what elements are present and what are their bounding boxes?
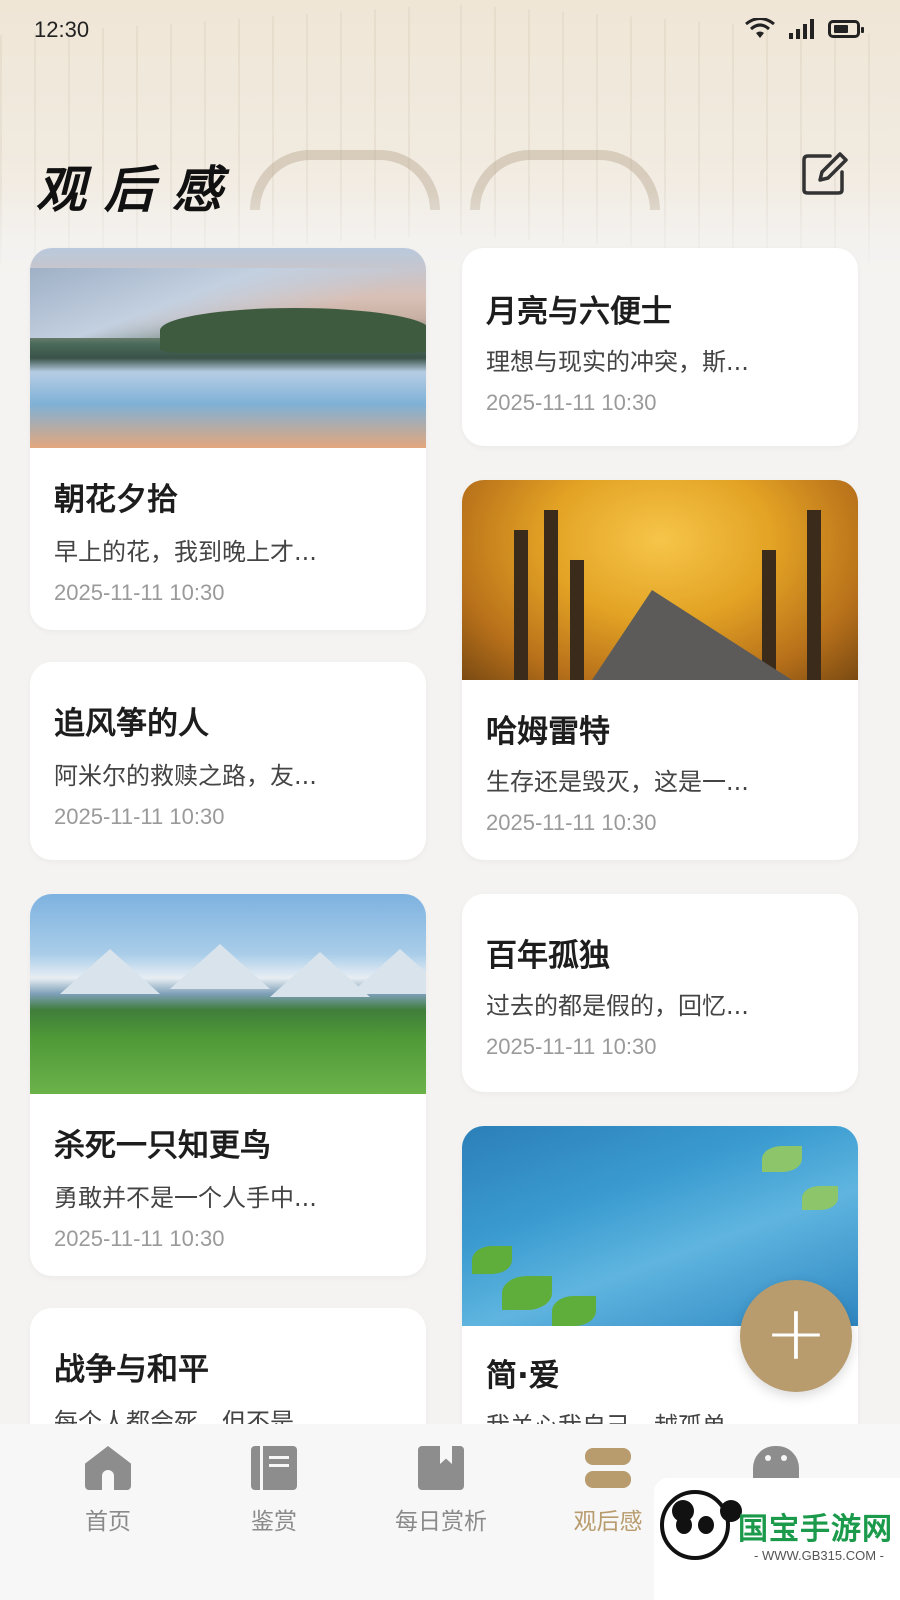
tab-label: 鉴赏 — [251, 1509, 297, 1535]
card-excerpt: 理想与现实的冲突，斯... — [486, 348, 749, 376]
card-title: 杀死一只知更鸟 — [54, 1128, 271, 1164]
card-zhuifengzheng[interactable]: 追风筝的人 阿米尔的救赎之路，友... 2025-11-11 10:30 — [30, 662, 426, 860]
card-image-lake — [30, 248, 426, 448]
edit-icon — [802, 152, 848, 195]
status-time: 12:30 — [34, 17, 90, 42]
edit-button[interactable] — [800, 150, 850, 196]
card-title: 百年孤独 — [486, 938, 610, 974]
card-zhigengniao[interactable]: 杀死一只知更鸟 勇敢并不是一个人手中... 2025-11-11 10:30 — [30, 894, 426, 1276]
card-date: 2025-11-11 10:30 — [486, 810, 657, 835]
card-zhaohuaxishi[interactable]: 朝花夕拾 早上的花，我到晚上才... 2025-11-11 10:30 — [30, 248, 426, 630]
plus-icon: + — [764, 1288, 828, 1377]
status-icons — [745, 17, 864, 40]
card-excerpt: 阿米尔的救赎之路，友... — [54, 762, 317, 790]
add-button[interactable]: + — [740, 1280, 852, 1392]
card-title: 战争与和平 — [54, 1352, 209, 1388]
stack-icon — [585, 1446, 631, 1490]
card-date: 2025-11-11 10:30 — [54, 804, 225, 829]
card-title: 月亮与六便士 — [486, 294, 672, 330]
tab-appreciation[interactable]: 鉴赏 — [204, 1446, 344, 1536]
card-title: 朝花夕拾 — [54, 482, 178, 518]
status-bar: 12:30 — [0, 0, 900, 60]
tab-home[interactable]: 首页 — [38, 1446, 178, 1536]
bookmark-icon — [418, 1446, 464, 1490]
page-title: 观后感 — [36, 160, 240, 219]
card-excerpt: 早上的花，我到晚上才... — [54, 538, 317, 566]
tab-label: 每日赏析 — [395, 1509, 487, 1535]
card-title: 哈姆雷特 — [486, 714, 610, 750]
card-hamlet[interactable]: 哈姆雷特 生存还是毁灭，这是一... 2025-11-11 10:30 — [462, 480, 858, 860]
book-icon — [251, 1446, 297, 1490]
watermark: 国宝手游网 - WWW.GB315.COM - — [654, 1478, 900, 1600]
card-title: 追风筝的人 — [54, 706, 209, 742]
card-excerpt: 过去的都是假的，回忆... — [486, 992, 749, 1020]
signal-icon — [789, 19, 814, 39]
card-date: 2025-11-11 10:30 — [486, 1034, 657, 1059]
card-excerpt: 生存还是毁灭，这是一... — [486, 768, 749, 796]
tab-daily-analysis[interactable]: 每日赏析 — [371, 1446, 511, 1536]
home-icon — [85, 1446, 131, 1490]
card-date: 2025-11-11 10:30 — [54, 580, 225, 605]
card-bainiangudu[interactable]: 百年孤独 过去的都是假的，回忆... 2025-11-11 10:30 — [462, 894, 858, 1092]
watermark-brand: 国宝手游网 — [738, 1512, 893, 1547]
panda-logo — [660, 1490, 742, 1560]
card-date: 2025-11-11 10:30 — [54, 1226, 225, 1251]
card-yueliang[interactable]: 月亮与六便士 理想与现实的冲突，斯... 2025-11-11 10:30 — [462, 248, 858, 446]
card-image-meadow — [30, 894, 426, 1094]
wifi-icon — [745, 17, 775, 40]
battery-icon — [828, 20, 864, 38]
card-image-autumn — [462, 480, 858, 680]
card-date: 2025-11-11 10:30 — [486, 390, 657, 415]
tab-label: 首页 — [85, 1509, 131, 1535]
card-title: 简·爱 — [486, 1358, 560, 1394]
card-excerpt: 勇敢并不是一个人手中... — [54, 1184, 317, 1212]
watermark-url: - WWW.GB315.COM - — [754, 1548, 884, 1563]
